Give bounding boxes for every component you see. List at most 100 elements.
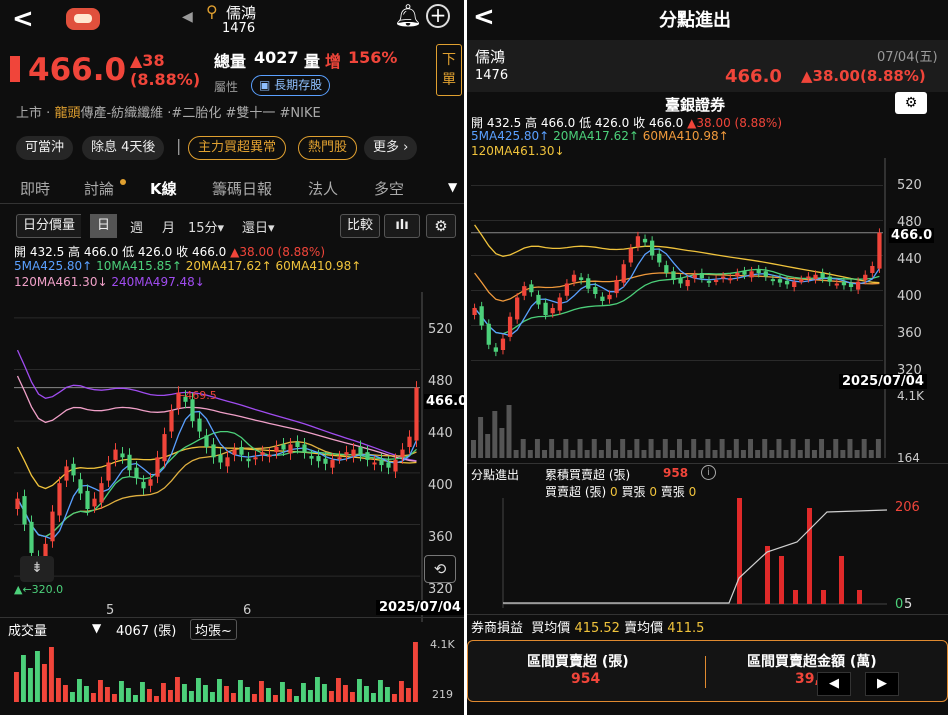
period-15min[interactable]: 15分▾ [188, 217, 224, 236]
right-kline-chart[interactable] [467, 158, 948, 458]
net-label: 買賣超 (張) [545, 485, 607, 499]
pill-main-force[interactable]: 主力買超異常 [188, 136, 287, 160]
ma120: 120MA461.30↓ [471, 144, 565, 158]
tag-hash-2[interactable]: #雙十一 [225, 106, 275, 121]
search-icon[interactable]: ⚲ [206, 2, 218, 21]
left-kline-chart[interactable] [0, 292, 464, 622]
volume-bar [762, 439, 768, 458]
volume-bar [154, 696, 159, 702]
prev-page-icon[interactable]: ◀ [817, 672, 851, 696]
ma-curve [16, 446, 417, 490]
tag-hash-3[interactable]: #NIKE [280, 106, 321, 121]
volume-bar [811, 450, 817, 458]
tab-kline[interactable]: K線 [150, 178, 177, 199]
back-icon[interactable]: < [12, 4, 34, 34]
ohlc-change: ▲38.00 (8.88%) [230, 245, 326, 259]
tab-chips[interactable]: 籌碼日報 [212, 178, 272, 199]
candle-body [190, 399, 195, 422]
pill-daytrade[interactable]: 可當沖 [16, 136, 74, 160]
candle-body [274, 447, 279, 453]
prev-stock-icon[interactable]: ◀ [182, 9, 193, 25]
rotate-icon[interactable]: ⟲ [424, 555, 456, 583]
candle-body [848, 283, 854, 287]
period-intraday[interactable]: 日分價量 [16, 214, 82, 238]
tab-institution[interactable]: 法人 [308, 178, 338, 199]
robot-avatar-icon[interactable] [66, 8, 100, 30]
volume-bar [406, 688, 411, 702]
bell-icon[interactable]: 🔔︎ [394, 4, 422, 29]
volume-bar [542, 450, 548, 458]
ma20: 20MA417.62↑ [553, 129, 639, 143]
high-value: 466.0 [540, 116, 576, 130]
tag-leader[interactable]: 龍頭 [54, 106, 80, 121]
period-month[interactable]: 月 [162, 217, 175, 236]
candle-body [614, 280, 619, 294]
candle-body [657, 253, 662, 263]
back-icon[interactable]: < [473, 2, 495, 32]
candle-body [155, 457, 160, 477]
candle-body [337, 457, 342, 460]
change: ▲38 [130, 51, 165, 70]
ma-curve [16, 375, 417, 462]
net-bar [793, 590, 798, 604]
tag-market[interactable]: 上市 [16, 106, 42, 121]
volume-bar [783, 450, 789, 458]
period-day[interactable]: 日 [90, 214, 118, 238]
volume-bar [527, 450, 533, 458]
compare-button[interactable]: 比較 [340, 214, 381, 238]
attr-tag[interactable]: ▣ 長期存股 [251, 75, 331, 96]
volume-bar [119, 681, 124, 702]
drawing-tool-icon[interactable]: ⇟ [20, 556, 54, 582]
vol-selector[interactable]: 成交量 [8, 620, 47, 639]
candle-body [777, 279, 783, 283]
candle-body [106, 462, 111, 481]
candle-body [713, 280, 719, 282]
volume-bar [748, 439, 754, 458]
open-value: 432.5 [486, 116, 522, 130]
tag-hash-1[interactable]: ·#二胎化 [167, 106, 221, 121]
next-page-icon[interactable]: ▶ [865, 672, 899, 696]
volume-bar [861, 439, 867, 458]
pill-ex-dividend[interactable]: 除息 4天後 [82, 136, 165, 160]
volume-bar [343, 685, 348, 702]
tab-bullbear[interactable]: 多空 [374, 178, 404, 199]
pill-hot-stock[interactable]: 熱門股 [298, 136, 358, 160]
candle-body [218, 454, 223, 463]
indicator-add-icon[interactable]: ılı [384, 214, 420, 238]
pnl-divider [467, 614, 948, 615]
price: 466.0 [28, 52, 127, 88]
candle-body [650, 240, 655, 256]
candle-body [99, 483, 104, 503]
volume-bar [790, 439, 796, 458]
adjust-select[interactable]: 還日▾ [242, 217, 275, 236]
tab-realtime[interactable]: 即時 [20, 178, 50, 199]
vol-arrow-icon[interactable]: ▼ [92, 621, 101, 635]
net-bar [807, 508, 812, 604]
volume-bar [584, 450, 590, 458]
sell-order-button[interactable]: 下 單 [436, 44, 462, 96]
add-icon[interactable]: + [426, 4, 450, 28]
info-icon[interactable]: i [701, 465, 716, 480]
vol-label: 量 [304, 52, 321, 71]
candle-body [877, 232, 882, 269]
candle-body [635, 236, 641, 247]
settings-icon[interactable]: ⚙ [895, 92, 927, 114]
candle-body [57, 483, 62, 516]
left-volume-chart [14, 642, 418, 702]
candle-body [365, 452, 370, 460]
high-value: 466.0 [83, 245, 119, 259]
month-label-5: 5 [106, 603, 115, 618]
tab-dropdown-icon[interactable]: ▼ [448, 180, 457, 194]
volume-bar [126, 688, 131, 702]
volume-bar [350, 692, 355, 702]
tab-discussion[interactable]: 討論 [84, 178, 114, 199]
period-week[interactable]: 週 [130, 217, 143, 236]
volume-bar [769, 450, 775, 458]
settings-icon[interactable]: ⚙ [426, 214, 456, 238]
attr-tag-label: 長期存股 [274, 78, 323, 92]
avg-select[interactable]: 均張~ [190, 619, 237, 640]
pill-more[interactable]: 更多 › [364, 136, 418, 160]
volume-bar [273, 695, 278, 702]
tag-sector[interactable]: 傳產-紡織纖維 [80, 106, 163, 121]
sell-label-2: 單 [442, 72, 456, 88]
